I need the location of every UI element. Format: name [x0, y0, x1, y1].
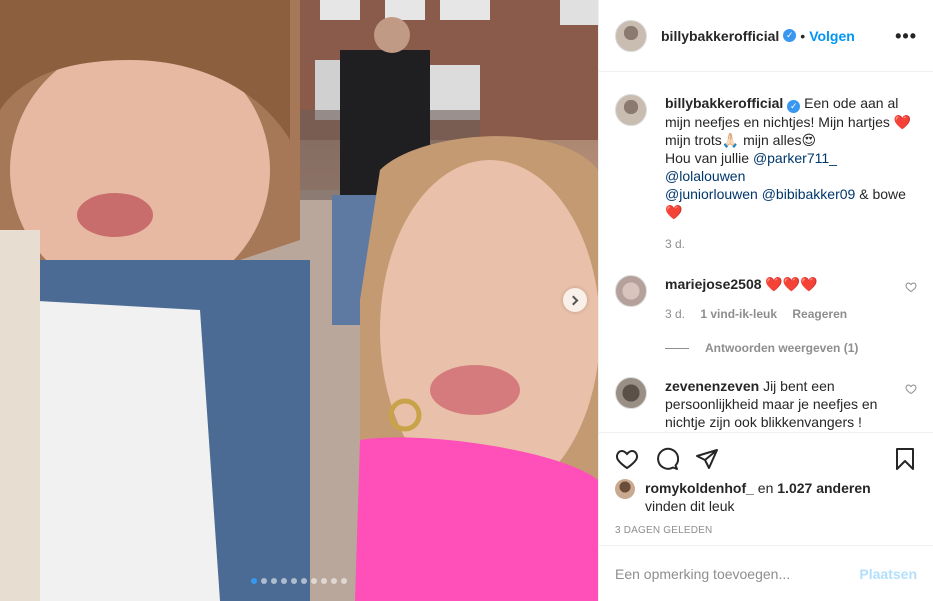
carousel-dot	[271, 578, 277, 584]
caption-text: mijn alles	[739, 132, 802, 148]
caption-text: Hou van jullie	[665, 150, 753, 166]
separator-bullet: •	[800, 27, 806, 44]
view-replies-label[interactable]: Antwoorden weergeven (1)	[705, 341, 858, 355]
verified-icon: ✓	[787, 100, 801, 113]
post-sidebar: billybakkerofficial ✓ • Volgen ••• billy…	[598, 0, 933, 601]
chevron-right-icon	[568, 295, 579, 305]
heart-icon[interactable]	[905, 281, 917, 293]
avatar[interactable]	[615, 377, 647, 409]
likes-connector: en	[757, 480, 774, 496]
caption: billybakkerofficial ✓ Een ode aan al mijn…	[615, 94, 917, 253]
heart-eyes-emoji: 😍	[801, 132, 817, 148]
carousel-dot	[301, 578, 307, 584]
avatar[interactable]	[615, 275, 647, 307]
mention-link[interactable]: @parker711_	[753, 150, 837, 166]
caption-username[interactable]: billybakkerofficial	[665, 95, 783, 111]
heart-icon[interactable]	[905, 383, 917, 395]
heart-emoji: ❤️	[665, 204, 683, 220]
follow-button[interactable]: Volgen	[809, 28, 855, 44]
replies-divider	[665, 347, 689, 349]
post-comment-button[interactable]: Plaatsen	[859, 566, 917, 582]
verified-icon: ✓	[783, 29, 797, 42]
carousel-dot	[331, 578, 337, 584]
mention-link[interactable]: @bibibakker09	[762, 186, 856, 202]
action-icons	[615, 443, 917, 475]
instagram-post: billybakkerofficial ✓ • Volgen ••• billy…	[0, 0, 933, 601]
avatar[interactable]	[615, 479, 635, 499]
post-media[interactable]	[0, 0, 598, 601]
post-photo	[0, 0, 598, 601]
comment-username[interactable]: mariejose2508	[665, 276, 762, 292]
carousel-dot	[251, 578, 257, 584]
likes-count[interactable]: 1.027 anderen	[777, 480, 870, 496]
comment-username[interactable]: zevenenzeven	[665, 378, 759, 394]
post-header: billybakkerofficial ✓ • Volgen •••	[599, 0, 933, 72]
liker-username[interactable]: romykoldenhof_	[645, 480, 754, 496]
carousel-dot	[321, 578, 327, 584]
carousel-dot	[311, 578, 317, 584]
mention-link[interactable]: @lolalouwen	[665, 168, 745, 184]
likes-summary: romykoldenhof_ en 1.027 anderen vinden d…	[615, 479, 917, 515]
comments-section: billybakkerofficial ✓ Een ode aan al mijn…	[599, 72, 933, 432]
comment-input[interactable]	[615, 565, 860, 582]
caption-text: mijn trots	[665, 132, 722, 148]
share-icon[interactable]	[695, 447, 719, 471]
carousel-dot	[341, 578, 347, 584]
caption-time[interactable]: 3 d.	[665, 237, 685, 251]
heart-icon[interactable]	[615, 447, 639, 471]
comment-item: zevenenzeven Jij bent een persoonlijkhei…	[615, 377, 917, 431]
carousel-dot	[261, 578, 267, 584]
comment-likes[interactable]: 1 vind-ik-leuk	[700, 307, 777, 321]
post-date[interactable]: 3 DAGEN GELEDEN	[615, 525, 917, 536]
more-icon[interactable]: •••	[895, 27, 917, 45]
caption-text: & bowe	[855, 186, 906, 202]
pray-emoji: 🙏🏻	[721, 132, 740, 148]
header-username[interactable]: billybakkerofficial	[661, 28, 779, 44]
next-slide-button[interactable]	[563, 288, 587, 312]
comment-time[interactable]: 3 d.	[665, 307, 685, 321]
carousel-dot	[281, 578, 287, 584]
comment-text: ❤️❤️❤️	[765, 276, 818, 292]
comment-item: mariejose2508 ❤️❤️❤️ 3 d. 1 vind-ik-leuk…	[615, 275, 917, 323]
carousel-indicator	[0, 578, 598, 584]
reply-button[interactable]: Reageren	[792, 307, 847, 321]
mention-link[interactable]: @juniorlouwen	[665, 186, 758, 202]
likes-suffix: vinden dit leuk	[645, 498, 735, 514]
view-replies[interactable]: Antwoorden weergeven (1)	[665, 341, 917, 355]
save-icon[interactable]	[893, 447, 917, 471]
avatar[interactable]	[615, 19, 647, 52]
heart-emoji: ❤️	[893, 114, 912, 130]
comment-icon[interactable]	[655, 447, 679, 471]
avatar[interactable]	[615, 94, 647, 126]
add-comment-bar: Plaatsen	[599, 545, 933, 601]
carousel-dot	[291, 578, 297, 584]
